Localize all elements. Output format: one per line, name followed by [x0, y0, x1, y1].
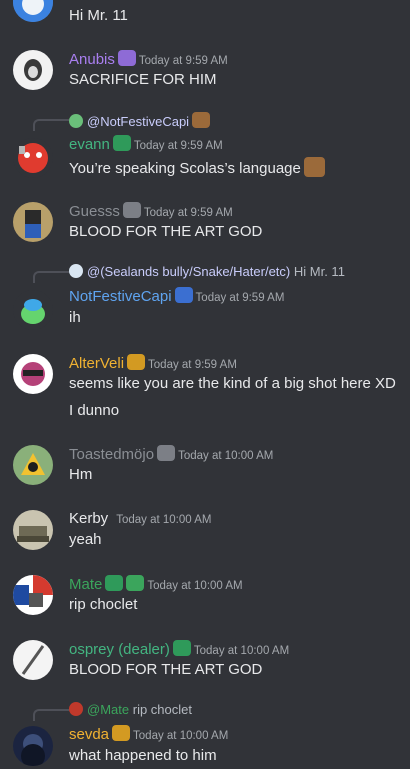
blue-globe-icon: [174, 287, 193, 303]
timestamp: Today at 10:00 AM: [147, 580, 243, 592]
reply-preview[interactable]: @Mate rip choclet: [69, 702, 192, 720]
timestamp: Today at 10:00 AM: [133, 730, 229, 742]
timestamp: Today at 10:00 AM: [116, 514, 212, 526]
reply-mention[interactable]: @Mate: [87, 702, 129, 717]
message-item: osprey (dealer) Today at 10:00 AM BLOOD F…: [0, 638, 410, 682]
capybara-emoji-icon: [303, 157, 325, 177]
avatar[interactable]: [13, 510, 53, 550]
message-text: Hi Mr. 11: [69, 7, 128, 24]
username[interactable]: Kerby: [69, 510, 108, 527]
gold-crest-icon: [112, 725, 131, 741]
avatar-icon: [13, 290, 53, 330]
message-text: yeah: [69, 531, 102, 548]
avatar[interactable]: [13, 354, 53, 394]
avatar[interactable]: [13, 726, 53, 766]
username[interactable]: evann: [69, 136, 110, 153]
reply-mention[interactable]: @(Sealands bully/Snake/Hater/etc): [87, 264, 290, 279]
reply-connector: [33, 119, 69, 131]
message-item: Hi Mr. 11: [0, 0, 410, 34]
timestamp: Today at 9:59 AM: [138, 55, 228, 67]
message-item: Guesss Today at 9:59 AM BLOOD FOR THE ART…: [0, 200, 410, 244]
capybara-emoji-icon: [192, 112, 211, 128]
message-text: You’re speaking Scolas’s language: [69, 160, 301, 177]
avatar-icon: [13, 640, 53, 680]
message-text: ih: [69, 309, 81, 326]
green-creature-icon: [172, 640, 191, 656]
avatar[interactable]: [13, 50, 53, 90]
username[interactable]: Toastedmöjo: [69, 446, 154, 463]
username[interactable]: NotFestiveCapi: [69, 288, 172, 305]
helmet-icon: [157, 445, 176, 461]
green-creature-icon: [112, 135, 131, 151]
avatar-icon: [13, 202, 53, 242]
avatar-icon: [13, 138, 53, 178]
reply-connector: [33, 271, 69, 283]
avatar[interactable]: [13, 138, 53, 178]
message-item: @NotFestiveCapi evann Today at 9:59 AM Yo…: [0, 110, 410, 182]
timestamp: Today at 10:00 AM: [178, 450, 274, 462]
message-text: BLOOD FOR THE ART GOD: [69, 223, 263, 240]
avatar-icon: [13, 354, 53, 394]
timestamp: Today at 9:59 AM: [148, 359, 237, 371]
avatar[interactable]: [13, 640, 53, 680]
reply-text: Hi Mr. 11: [293, 264, 345, 279]
avatar-icon: [13, 50, 53, 90]
reply-connector: [33, 709, 69, 721]
message-text: Hm: [69, 466, 93, 483]
timestamp: Today at 9:59 AM: [133, 140, 223, 152]
username[interactable]: Anubis: [69, 51, 115, 68]
reply-avatar: [69, 264, 83, 278]
green-mug-icon: [105, 575, 124, 591]
message-text: BLOOD FOR THE ART GOD: [69, 661, 263, 678]
avatar[interactable]: [13, 202, 53, 242]
message-text: seems like you are the kind of a big sho…: [69, 375, 396, 392]
message-text: what happened to him: [69, 747, 217, 764]
message-item: @(Sealands bully/Snake/Hater/etc) Hi Mr.…: [0, 262, 410, 334]
message-text-continued: I dunno: [69, 402, 120, 419]
message-item: Anubis Today at 9:59 AM SACRIFICE FOR HIM: [0, 48, 410, 92]
reply-preview[interactable]: @(Sealands bully/Snake/Hater/etc) Hi Mr.…: [69, 264, 345, 282]
helmet-icon: [122, 202, 141, 218]
avatar[interactable]: [13, 290, 53, 330]
reply-mention[interactable]: @NotFestiveCapi: [87, 114, 189, 129]
timestamp: Today at 9:59 AM: [143, 207, 233, 219]
avatar-icon: [13, 726, 53, 766]
message-item: Toastedmöjo Today at 10:00 AM Hm: [0, 443, 410, 487]
reply-avatar: [69, 702, 83, 716]
reply-preview[interactable]: @NotFestiveCapi: [69, 112, 211, 130]
message-item: AlterVeli Today at 9:59 AM seems like you…: [0, 352, 410, 424]
username[interactable]: sevda: [69, 726, 109, 743]
avatar-icon: [13, 510, 53, 550]
timestamp: Today at 9:59 AM: [195, 292, 285, 304]
timestamp: Today at 10:00 AM: [193, 645, 290, 657]
purple-mug-icon: [117, 50, 136, 66]
clover-icon: [126, 575, 145, 591]
avatar[interactable]: [13, 445, 53, 485]
username[interactable]: Mate: [69, 576, 102, 593]
reply-text: rip choclet: [132, 702, 192, 717]
message-text: SACRIFICE FOR HIM: [69, 71, 217, 88]
username[interactable]: AlterVeli: [69, 355, 124, 372]
chat-message-list: Hi Mr. 11 Anubis Today at 9:59 AM SACRIFI…: [0, 0, 410, 769]
avatar[interactable]: [13, 0, 53, 22]
reply-avatar: [69, 114, 83, 128]
message-item: Kerby Today at 10:00 AM yeah: [0, 508, 410, 552]
avatar-icon: [13, 575, 53, 615]
message-item: Mate Today at 10:00 AM rip choclet: [0, 573, 410, 617]
avatar-icon: [13, 445, 53, 485]
message-text: rip choclet: [69, 596, 138, 613]
gold-crest-icon: [127, 354, 146, 370]
username[interactable]: Guesss: [69, 203, 120, 220]
message-item: @Mate rip choclet sevda Today at 10:00 AM…: [0, 700, 410, 769]
avatar[interactable]: [13, 575, 53, 615]
username[interactable]: osprey (dealer): [69, 641, 170, 658]
avatar-icon: [13, 0, 53, 22]
